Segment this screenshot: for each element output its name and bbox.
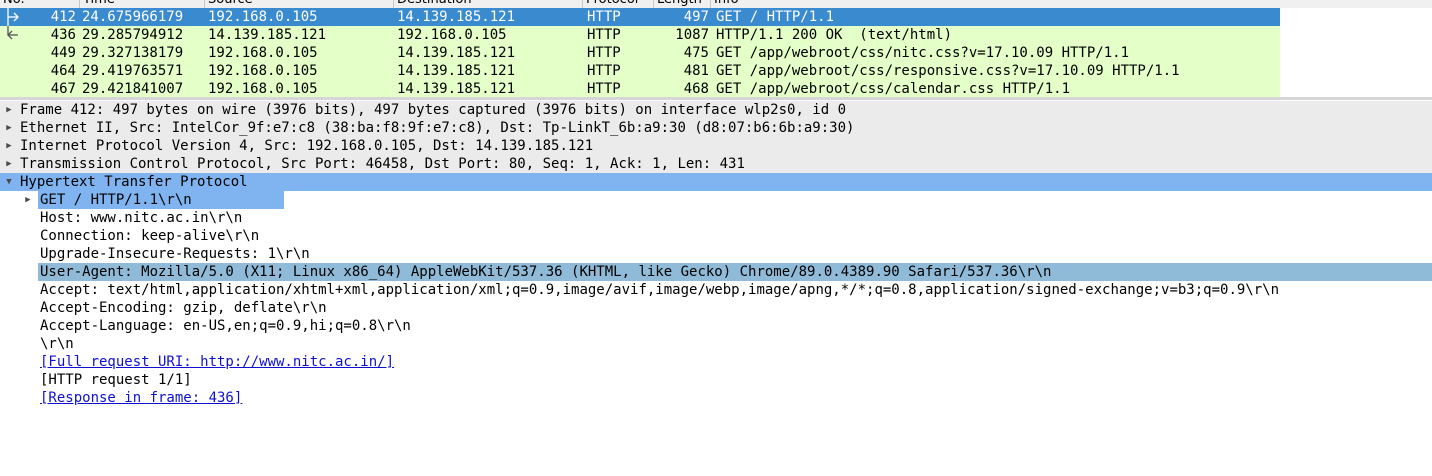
tree-item-ethernet[interactable]: ▶ Ethernet II, Src: IntelCor_9f:e7:c8 (3…	[0, 119, 1432, 137]
expand-right-icon[interactable]: ▶	[4, 119, 14, 137]
tree-item-crlf[interactable]: \r\n	[0, 335, 1432, 353]
expand-right-icon[interactable]: ▶	[4, 155, 14, 173]
cell-info: GET /app/webroot/css/calendar.css HTTP/1…	[716, 81, 1071, 97]
cell-time: 29.285794912	[82, 27, 184, 43]
cell-protocol: HTTP	[587, 45, 621, 61]
cell-length: 468	[683, 81, 709, 97]
pane-splitter[interactable]	[0, 97, 1432, 100]
cell-protocol: HTTP	[587, 27, 621, 43]
tree-item-label: GET / HTTP/1.1\r\n	[40, 192, 192, 208]
packet-list-header: No. Time Source Destination Protocol Len…	[0, 0, 1432, 8]
cell-info: HTTP/1.1 200 OK (text/html)	[716, 27, 953, 43]
packet-row[interactable]: 449 29.327138179 192.168.0.105 14.139.18…	[0, 44, 1280, 62]
packet-row[interactable]: 412 24.675966179 192.168.0.105 14.139.18…	[0, 8, 1280, 26]
expand-down-icon[interactable]: ▼	[4, 173, 14, 191]
tree-item-label: Transmission Control Protocol, Src Port:…	[20, 156, 745, 172]
cell-destination: 14.139.185.121	[397, 63, 516, 79]
tree-item-label: Connection: keep-alive\r\n	[40, 228, 260, 244]
column-header-length[interactable]: Length	[654, 0, 711, 8]
cell-time: 29.419763571	[82, 63, 184, 79]
tree-item-connection[interactable]: Connection: keep-alive\r\n	[0, 227, 1432, 245]
cell-source: 192.168.0.105	[208, 9, 318, 25]
tree-item-label: User-Agent: Mozilla/5.0 (X11; Linux x86_…	[40, 264, 1052, 280]
column-header-source[interactable]: Source	[205, 0, 394, 8]
cell-no: 467	[50, 81, 76, 97]
cell-length: 497	[683, 9, 709, 25]
tree-item-accept[interactable]: Accept: text/html,application/xhtml+xml,…	[0, 281, 1432, 299]
expand-right-icon[interactable]: ▶	[4, 137, 14, 155]
expand-right-icon[interactable]: ▶	[23, 191, 33, 209]
cell-time: 29.421841007	[82, 81, 184, 97]
full-request-uri-link[interactable]: [Full request URI: http://www.nitc.ac.in…	[40, 353, 394, 371]
column-header-time[interactable]: Time	[80, 0, 205, 8]
cell-no: 464	[50, 63, 76, 79]
tree-item-label: Internet Protocol Version 4, Src: 192.16…	[20, 138, 594, 154]
packet-rows: 412 24.675966179 192.168.0.105 14.139.18…	[0, 8, 1280, 98]
packet-row[interactable]: 464 29.419763571 192.168.0.105 14.139.18…	[0, 62, 1280, 80]
cell-destination: 14.139.185.121	[397, 45, 516, 61]
tree-item-label: Accept-Language: en-US,en;q=0.9,hi;q=0.8…	[40, 318, 411, 334]
tree-item-host[interactable]: Host: www.nitc.ac.in\r\n	[0, 209, 1432, 227]
tree-item-label: Host: www.nitc.ac.in\r\n	[40, 210, 243, 226]
cell-no: 412	[50, 9, 76, 25]
tree-item-ip[interactable]: ▶ Internet Protocol Version 4, Src: 192.…	[0, 137, 1432, 155]
cell-no: 449	[50, 45, 76, 61]
cell-destination: 14.139.185.121	[397, 9, 516, 25]
cell-source: 14.139.185.121	[208, 27, 327, 43]
cell-protocol: HTTP	[587, 9, 621, 25]
packet-row[interactable]: 467 29.421841007 192.168.0.105 14.139.18…	[0, 80, 1280, 98]
tree-item-frame[interactable]: ▶ Frame 412: 497 bytes on wire (3976 bit…	[0, 101, 1432, 119]
tree-item-upgrade-insecure[interactable]: Upgrade-Insecure-Requests: 1\r\n	[0, 245, 1432, 263]
column-header-protocol[interactable]: Protocol	[583, 0, 654, 8]
cell-info: GET /app/webroot/css/nitc.css?v=17.10.09…	[716, 45, 1130, 61]
tree-item-request-line[interactable]: ▶ GET / HTTP/1.1\r\n	[0, 191, 1432, 209]
tree-item-accept-language[interactable]: Accept-Language: en-US,en;q=0.9,hi;q=0.8…	[0, 317, 1432, 335]
column-header-no[interactable]: No.	[0, 0, 80, 8]
cell-destination: 192.168.0.105	[397, 27, 507, 43]
packet-details-pane: ▶ Frame 412: 497 bytes on wire (3976 bit…	[0, 101, 1432, 407]
cell-source: 192.168.0.105	[208, 81, 318, 97]
expand-right-icon[interactable]: ▶	[4, 101, 14, 119]
cell-time: 29.327138179	[82, 45, 184, 61]
tree-item-label: Ethernet II, Src: IntelCor_9f:e7:c8 (38:…	[20, 120, 855, 136]
tree-item-tcp[interactable]: ▶ Transmission Control Protocol, Src Por…	[0, 155, 1432, 173]
tree-item-label: [HTTP request 1/1]	[40, 372, 192, 388]
tree-item-http[interactable]: ▼ Hypertext Transfer Protocol	[0, 173, 1432, 191]
cell-info: GET /app/webroot/css/responsive.css?v=17…	[716, 63, 1180, 79]
tree-item-label: Frame 412: 497 bytes on wire (3976 bits)…	[20, 102, 847, 118]
tree-item-user-agent[interactable]: User-Agent: Mozilla/5.0 (X11; Linux x86_…	[0, 263, 1432, 281]
tree-item-label: \r\n	[40, 336, 74, 352]
tree-item-label: Accept-Encoding: gzip, deflate\r\n	[40, 300, 327, 316]
tree-item-response-in[interactable]: [Response in frame: 436]	[0, 389, 1432, 407]
tree-item-full-uri[interactable]: [Full request URI: http://www.nitc.ac.in…	[0, 353, 1432, 371]
tree-item-label: Accept: text/html,application/xhtml+xml,…	[40, 282, 1280, 298]
tree-item-label: Upgrade-Insecure-Requests: 1\r\n	[40, 246, 310, 262]
tree-item-label: Hypertext Transfer Protocol	[20, 174, 248, 190]
cell-source: 192.168.0.105	[208, 63, 318, 79]
cell-protocol: HTTP	[587, 63, 621, 79]
cell-length: 1087	[675, 27, 709, 43]
cell-destination: 14.139.185.121	[397, 81, 516, 97]
response-frame-link[interactable]: [Response in frame: 436]	[40, 389, 242, 407]
cell-protocol: HTTP	[587, 81, 621, 97]
cell-no: 436	[50, 27, 76, 43]
cell-source: 192.168.0.105	[208, 45, 318, 61]
tree-item-request-count[interactable]: [HTTP request 1/1]	[0, 371, 1432, 389]
cell-info: GET / HTTP/1.1	[716, 9, 835, 25]
cell-length: 481	[683, 63, 709, 79]
cell-length: 475	[683, 45, 709, 61]
column-header-destination[interactable]: Destination	[394, 0, 583, 8]
packet-row[interactable]: 436 29.285794912 14.139.185.121 192.168.…	[0, 26, 1280, 44]
column-header-info[interactable]: Info	[711, 0, 1432, 8]
tree-item-accept-encoding[interactable]: Accept-Encoding: gzip, deflate\r\n	[0, 299, 1432, 317]
packet-list-pane: No. Time Source Destination Protocol Len…	[0, 0, 1432, 98]
cell-time: 24.675966179	[82, 9, 184, 25]
